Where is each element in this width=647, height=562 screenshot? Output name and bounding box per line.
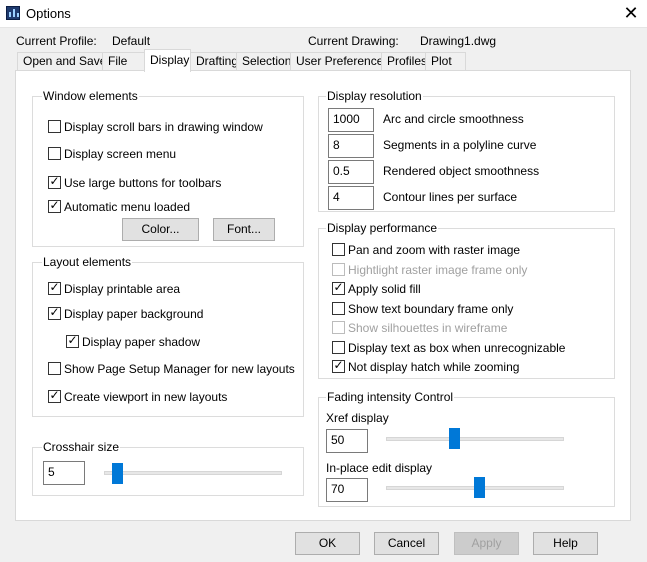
page-setup-manager-checkbox[interactable] [48, 362, 61, 375]
crosshair-size-input[interactable]: 5 [43, 461, 85, 485]
contour-lines-label: Contour lines per surface [383, 190, 518, 204]
no-hatch-zoom-label: Not display hatch while zooming [348, 360, 520, 374]
text-as-box-label: Display text as box when unrecognizable [348, 341, 566, 355]
apply-solid-fill-checkbox[interactable]: ✓ [332, 280, 345, 295]
display-tab-panel: Window elements Display scroll bars in d… [15, 70, 631, 521]
check-icon [333, 300, 344, 313]
tab-open-and-save[interactable]: Open and Save [17, 52, 106, 71]
highlight-raster-checkbox [332, 263, 345, 276]
auto-menu-checkbox[interactable]: ✓ [48, 198, 61, 213]
xref-display-input[interactable]: 50 [326, 429, 368, 453]
text-as-box-checkbox[interactable] [332, 341, 345, 354]
check-icon: ✓ [49, 198, 60, 212]
paper-background-checkbox[interactable]: ✓ [48, 305, 61, 320]
tab-profiles[interactable]: Profiles [381, 52, 427, 71]
color-button[interactable]: Color... [122, 218, 199, 241]
tab-file[interactable]: File [102, 52, 145, 71]
xref-slider-thumb[interactable] [448, 428, 460, 449]
pan-zoom-raster-label: Pan and zoom with raster image [348, 243, 521, 257]
xref-slider-track[interactable] [386, 437, 564, 441]
display-resolution-title: Display resolution [326, 89, 423, 103]
current-profile-label: Current Profile: [16, 34, 97, 48]
crosshair-size-title: Crosshair size [42, 440, 121, 454]
layout-elements-title: Layout elements [42, 255, 133, 269]
crosshair-slider-thumb[interactable] [112, 463, 124, 484]
check-icon: ✓ [67, 333, 78, 347]
fading-intensity-title: Fading intensity Control [326, 390, 455, 404]
create-viewport-checkbox[interactable]: ✓ [48, 388, 61, 403]
highlight-raster-label: Hightlight raster image frame only [348, 263, 528, 277]
check-icon: ✓ [49, 280, 60, 294]
contour-lines-input[interactable]: 4 [328, 186, 374, 210]
xref-display-label: Xref display [326, 411, 389, 425]
paper-shadow-label: Display paper shadow [82, 335, 201, 349]
no-hatch-zoom-checkbox[interactable]: ✓ [332, 358, 345, 373]
crosshair-slider-track[interactable] [104, 471, 282, 475]
check-icon: ✓ [49, 174, 60, 188]
check-icon: ✓ [49, 388, 60, 402]
polyline-segments-label: Segments in a polyline curve [383, 138, 537, 152]
ok-button[interactable]: OK [295, 532, 360, 555]
check-icon [333, 319, 344, 332]
rendered-smoothness-label: Rendered object smoothness [383, 164, 540, 178]
current-drawing-label: Current Drawing: [308, 34, 399, 48]
pan-zoom-raster-checkbox[interactable] [332, 243, 345, 256]
tab-selection[interactable]: Selection [236, 52, 291, 71]
app-icon [6, 6, 20, 20]
printable-area-label: Display printable area [64, 282, 181, 296]
check-icon [333, 339, 344, 352]
text-boundary-label: Show text boundary frame only [348, 302, 514, 316]
auto-menu-label: Automatic menu loaded [64, 200, 191, 214]
current-profile-value: Default [112, 34, 151, 48]
cancel-button[interactable]: Cancel [374, 532, 439, 555]
tab-user-preferences[interactable]: User Preferences [290, 52, 389, 71]
tab-plot[interactable]: Plot [425, 52, 466, 71]
rendered-smoothness-input[interactable]: 0.5 [328, 160, 374, 184]
close-icon[interactable]: ✕ [618, 1, 644, 25]
check-icon [49, 360, 60, 373]
help-button[interactable]: Help [533, 532, 598, 555]
screen-menu-label: Display screen menu [64, 147, 177, 161]
paper-shadow-checkbox[interactable]: ✓ [66, 333, 79, 348]
check-icon: ✓ [49, 305, 60, 319]
page-setup-manager-label: Show Page Setup Manager for new layouts [64, 362, 295, 376]
arc-smoothness-label: Arc and circle smoothness [383, 112, 524, 126]
large-buttons-checkbox[interactable]: ✓ [48, 174, 61, 189]
window-title: Options [26, 6, 71, 21]
arc-smoothness-input[interactable]: 1000 [328, 108, 374, 132]
inplace-edit-label: In-place edit display [326, 461, 433, 475]
inplace-slider-thumb[interactable] [473, 477, 485, 498]
tab-display[interactable]: Display [144, 49, 191, 72]
large-buttons-label: Use large buttons for toolbars [64, 176, 222, 190]
scroll-bars-checkbox[interactable] [48, 120, 61, 133]
check-icon [333, 261, 344, 274]
apply-button: Apply [454, 532, 519, 555]
check-icon [49, 145, 60, 158]
screen-menu-checkbox[interactable] [48, 147, 61, 160]
title-bar: Options ✕ [0, 0, 647, 28]
font-button[interactable]: Font... [213, 218, 275, 241]
check-icon [333, 241, 344, 254]
window-elements-title: Window elements [42, 89, 139, 103]
paper-background-label: Display paper background [64, 307, 204, 321]
apply-solid-fill-label: Apply solid fill [348, 282, 421, 296]
printable-area-checkbox[interactable]: ✓ [48, 280, 61, 295]
check-icon: ✓ [333, 280, 344, 294]
check-icon [49, 118, 60, 131]
current-drawing-value: Drawing1.dwg [420, 34, 497, 48]
text-boundary-checkbox[interactable] [332, 302, 345, 315]
polyline-segments-input[interactable]: 8 [328, 134, 374, 158]
tab-drafting[interactable]: Drafting [190, 52, 238, 71]
inplace-edit-input[interactable]: 70 [326, 478, 368, 502]
silhouettes-label: Show silhouettes in wireframe [348, 321, 508, 335]
silhouettes-checkbox [332, 321, 345, 334]
create-viewport-label: Create viewport in new layouts [64, 390, 228, 404]
check-icon: ✓ [333, 358, 344, 372]
display-performance-title: Display performance [326, 221, 439, 235]
scroll-bars-label: Display scroll bars in drawing window [64, 120, 263, 134]
